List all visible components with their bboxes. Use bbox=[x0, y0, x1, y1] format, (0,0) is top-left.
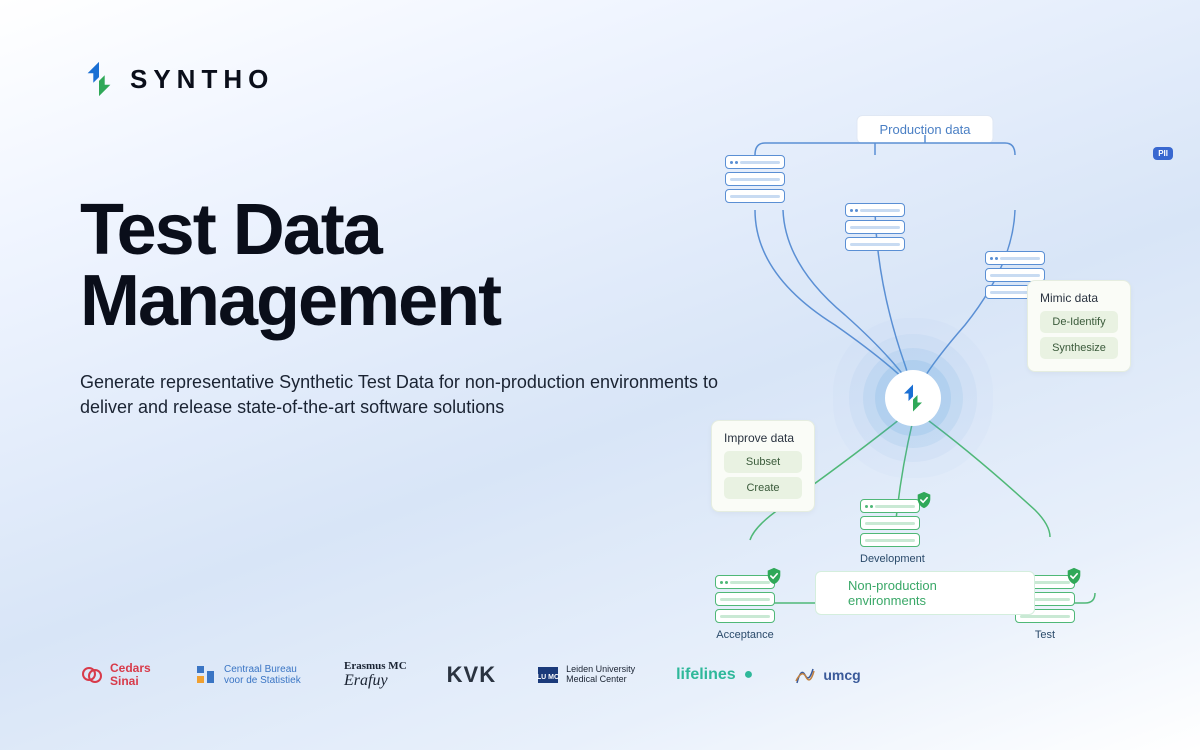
production-db-group: PII PII bbox=[705, 155, 1145, 299]
partner-lumc: LU MC Leiden University Medical Center bbox=[536, 663, 636, 687]
syntho-logo-icon bbox=[898, 383, 928, 413]
shield-icon bbox=[915, 491, 933, 509]
syntho-logo-icon bbox=[80, 60, 118, 98]
partner-erasmus-mc: Erasmus MCErafuy bbox=[344, 660, 407, 690]
mimic-card-title: Mimic data bbox=[1040, 291, 1118, 305]
env-label: Acceptance bbox=[715, 629, 775, 641]
svg-text:LU MC: LU MC bbox=[537, 674, 559, 681]
db-source-1: PII bbox=[725, 155, 1165, 203]
umcg-icon bbox=[793, 663, 817, 687]
env-acceptance: Acceptance bbox=[715, 575, 775, 641]
partner-cedars-sinai: Cedars Sinai bbox=[80, 662, 154, 688]
cedars-sinai-icon bbox=[80, 663, 104, 687]
production-data-label: Production data bbox=[856, 115, 993, 144]
improve-item-create: Create bbox=[724, 477, 802, 499]
page-title: Test Data Management bbox=[80, 195, 720, 336]
shield-icon bbox=[765, 567, 783, 585]
mimic-item-deidentify: De-Identify bbox=[1040, 311, 1118, 333]
env-development: Development bbox=[860, 499, 925, 565]
partner-kvk: KVK bbox=[447, 662, 496, 688]
page-subtitle: Generate representative Synthetic Test D… bbox=[80, 370, 720, 420]
env-label: Development bbox=[860, 553, 925, 565]
architecture-diagram: Production data PII bbox=[705, 115, 1145, 615]
shield-icon bbox=[1065, 567, 1083, 585]
improve-item-subset: Subset bbox=[724, 451, 802, 473]
nonprod-label: Non-production environments bbox=[815, 571, 1035, 615]
db-source-2 bbox=[845, 203, 1200, 251]
syntho-engine-node bbox=[885, 370, 941, 426]
lumc-icon: LU MC bbox=[536, 663, 560, 687]
brand-name: SYNTHO bbox=[130, 64, 274, 95]
env-label: Test bbox=[1015, 629, 1075, 641]
partner-logos-row: Cedars Sinai Centraal Bureau voor de Sta… bbox=[80, 660, 861, 690]
partner-lifelines: lifelines● bbox=[676, 666, 753, 684]
brand-logo: SYNTHO bbox=[80, 60, 274, 98]
improve-card-title: Improve data bbox=[724, 431, 802, 445]
cbs-icon bbox=[194, 663, 218, 687]
mimic-item-synthesize: Synthesize bbox=[1040, 337, 1118, 359]
partner-cbs: Centraal Bureau voor de Statistiek bbox=[194, 663, 304, 687]
pii-badge: PII bbox=[1153, 147, 1173, 160]
partner-umcg: umcg bbox=[793, 663, 860, 687]
improve-data-card: Improve data Subset Create bbox=[711, 420, 815, 512]
mimic-data-card: Mimic data De-Identify Synthesize bbox=[1027, 280, 1131, 372]
